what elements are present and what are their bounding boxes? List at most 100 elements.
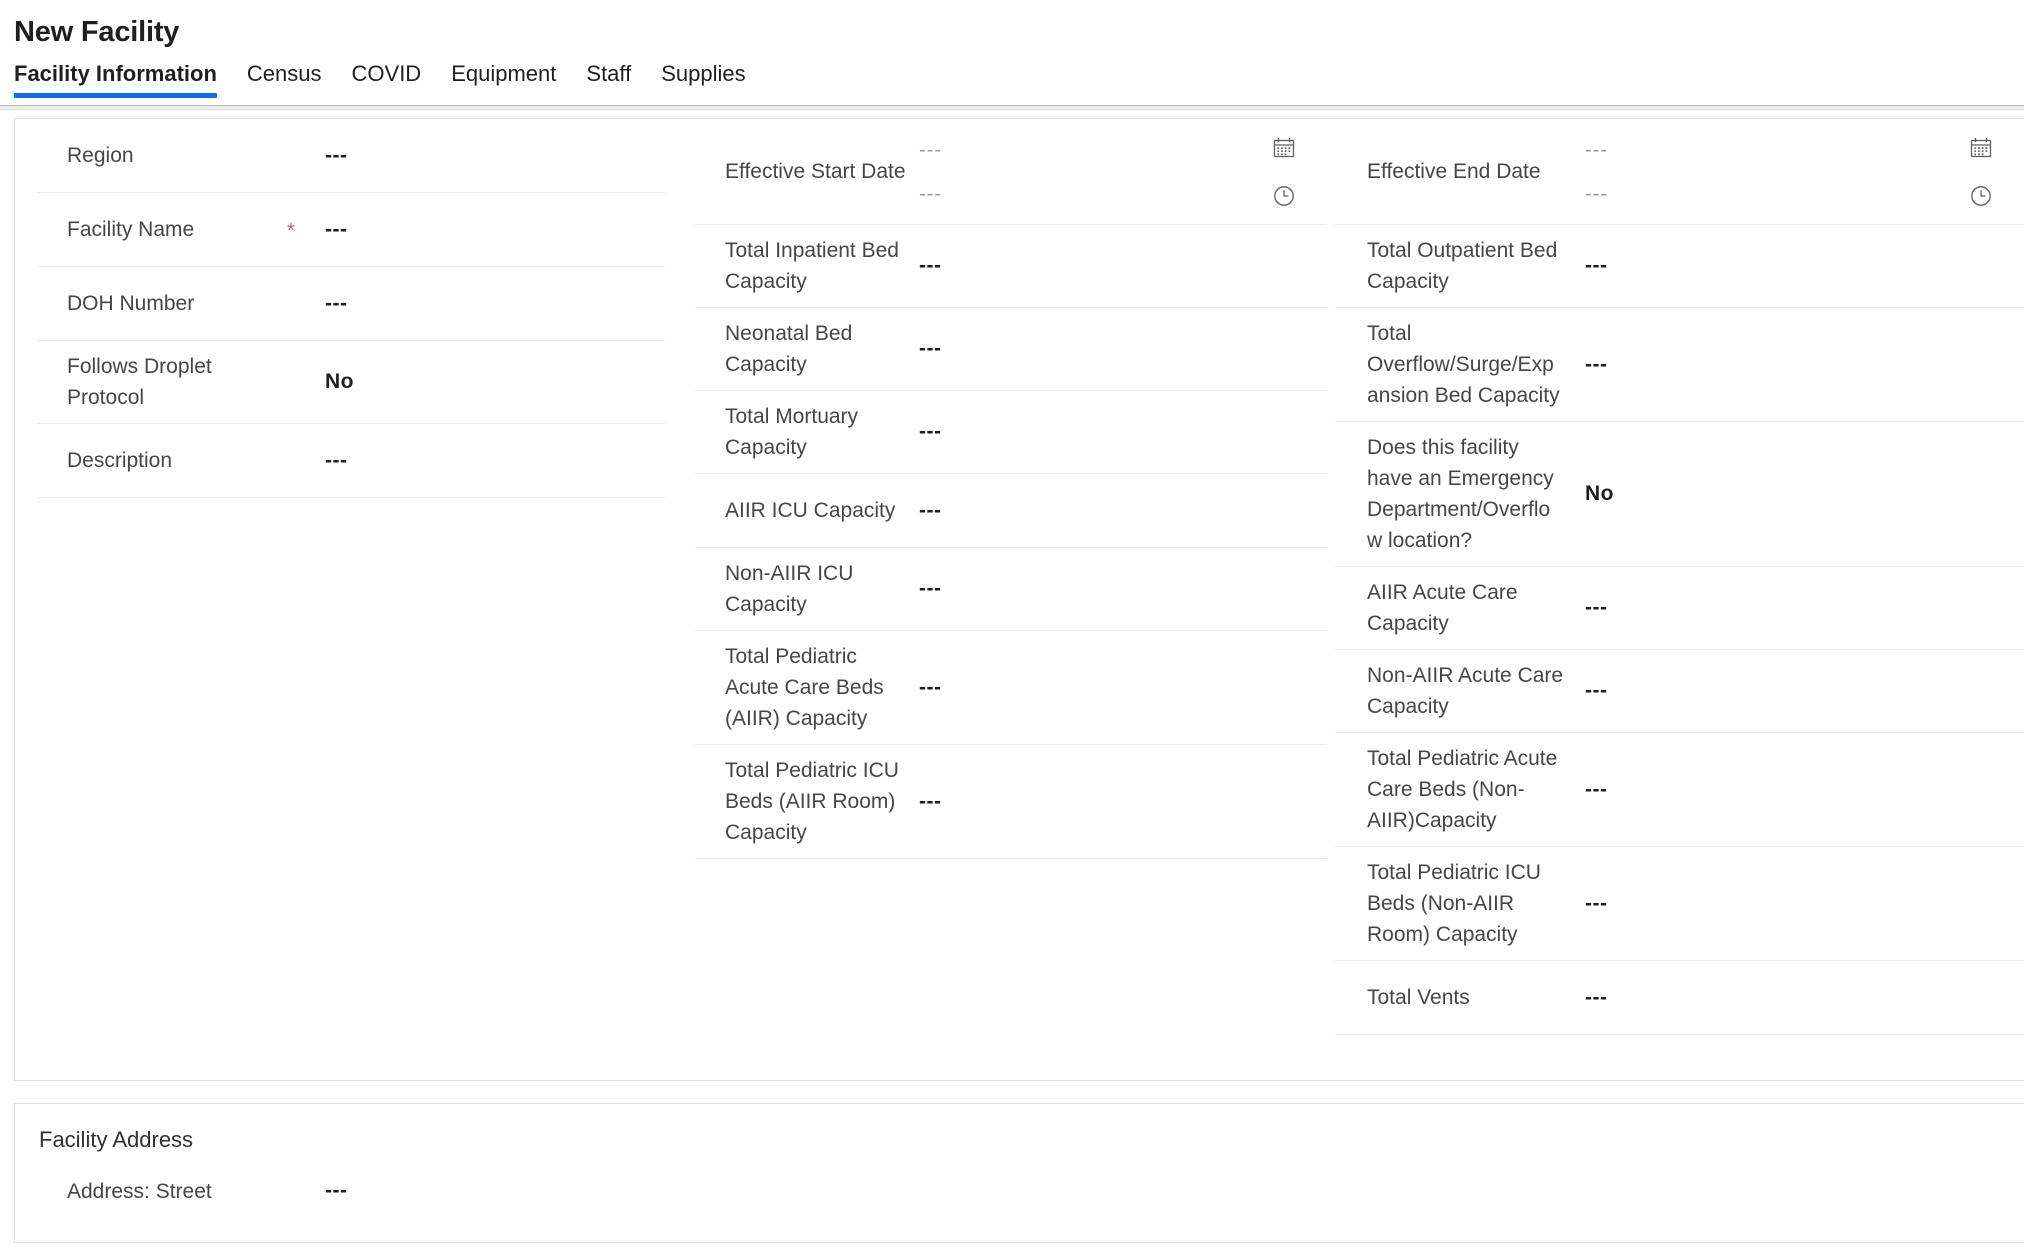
header-separator: [0, 104, 2024, 114]
datetime-icons: [1271, 135, 1327, 209]
date-value[interactable]: ---: [919, 140, 1271, 160]
field-effective-end-date[interactable]: Effective End Date --- ---: [1335, 119, 2024, 225]
required-marker: [287, 1190, 321, 1192]
required-marker: [287, 381, 321, 383]
calendar-icon[interactable]: [1968, 135, 1994, 161]
field-neonatal-bed-capacity[interactable]: Neonatal Bed Capacity ---: [695, 308, 1327, 391]
field-value[interactable]: ---: [907, 497, 1327, 525]
column-left: Address: Street ---: [15, 1154, 695, 1228]
field-total-pediatric-acute-care-beds-non-aiir-capacity[interactable]: Total Pediatric Acute Care Beds (Non-AII…: [1335, 733, 2024, 847]
clock-icon[interactable]: [1968, 183, 1994, 209]
page-header: New Facility: [0, 0, 2024, 50]
field-value[interactable]: ---: [907, 788, 1327, 816]
tab-staff[interactable]: Staff: [586, 60, 631, 98]
field-address-street[interactable]: Address: Street ---: [37, 1154, 665, 1228]
calendar-icon[interactable]: [1271, 135, 1297, 161]
field-value[interactable]: ---: [321, 290, 665, 318]
field-value[interactable]: ---: [321, 1177, 665, 1205]
field-label: Total Mortuary Capacity: [725, 405, 859, 459]
datetime-values: --- ---: [1565, 140, 1968, 204]
field-value[interactable]: ---: [1565, 252, 2024, 280]
tab-label: Supplies: [661, 61, 746, 86]
field-value[interactable]: ---: [321, 142, 665, 170]
time-value[interactable]: ---: [1585, 184, 1968, 204]
page-title: New Facility: [14, 16, 180, 48]
tab-label: Census: [246, 61, 322, 86]
field-total-mortuary-capacity[interactable]: Total Mortuary Capacity ---: [695, 391, 1327, 474]
field-non-aiir-acute-care-capacity[interactable]: Non-AIIR Acute Care Capacity ---: [1335, 650, 2024, 733]
required-marker: [287, 460, 321, 462]
column-left: Region --- Facility Name * --- DOH Numbe…: [15, 119, 695, 498]
tab-equipment[interactable]: Equipment: [451, 60, 556, 98]
field-total-pediatric-acute-care-beds-aiir-capacity[interactable]: Total Pediatric Acute Care Beds (AIIR) C…: [695, 631, 1327, 745]
field-label: Effective End Date: [1367, 160, 1541, 183]
datetime-values: --- ---: [907, 140, 1271, 204]
field-total-outpatient-bed-capacity[interactable]: Total Outpatient Bed Capacity ---: [1335, 225, 2024, 308]
field-label: AIIR ICU Capacity: [725, 499, 896, 522]
field-value[interactable]: ---: [321, 447, 665, 475]
field-label: Description: [67, 449, 173, 472]
tab-covid[interactable]: COVID: [352, 60, 422, 98]
field-effective-start-date[interactable]: Effective Start Date --- ---: [695, 119, 1327, 225]
field-label: Follows Droplet Protocol: [67, 355, 212, 409]
field-value[interactable]: No: [321, 368, 665, 396]
field-value[interactable]: ---: [907, 418, 1327, 446]
field-total-vents[interactable]: Total Vents ---: [1335, 961, 2024, 1035]
field-label: Facility Name: [67, 218, 195, 241]
field-has-emergency-department-overflow-location[interactable]: Does this facility have an Emergency Dep…: [1335, 422, 2024, 567]
field-aiir-acute-care-capacity[interactable]: AIIR Acute Care Capacity ---: [1335, 567, 2024, 650]
field-value[interactable]: ---: [321, 216, 665, 244]
time-value[interactable]: ---: [919, 184, 1271, 204]
field-facility-name[interactable]: Facility Name * ---: [37, 193, 665, 267]
facility-address-card: Facility Address Address: Street ---: [14, 1103, 2024, 1243]
section-title-facility-address: Facility Address: [39, 1127, 194, 1152]
field-value[interactable]: ---: [1565, 351, 2024, 379]
datetime-icons: [1968, 135, 2024, 209]
field-label: DOH Number: [67, 292, 195, 315]
required-marker: [287, 303, 321, 305]
field-label: Does this facility have an Emergency Dep…: [1367, 436, 1554, 552]
field-label: Effective Start Date: [725, 160, 906, 183]
column-middle: Effective Start Date --- --- Total Inpat…: [695, 119, 1335, 859]
field-value[interactable]: ---: [1565, 594, 2024, 622]
field-total-overflow-surge-expansion-bed-capacity[interactable]: Total Overflow/Surge/Expansion Bed Capac…: [1335, 308, 2024, 422]
field-doh-number[interactable]: DOH Number ---: [37, 267, 665, 341]
field-label: Neonatal Bed Capacity: [725, 322, 853, 376]
column-right: Effective End Date --- --- Total Outpati…: [1335, 119, 2024, 1035]
tab-census[interactable]: Census: [247, 60, 322, 98]
field-region[interactable]: Region ---: [37, 119, 665, 193]
tab-bar: Facility Information Census COVID Equipm…: [0, 50, 2024, 98]
field-value[interactable]: ---: [1565, 890, 2024, 918]
field-label: Total Pediatric ICU Beds (AIIR Room) Cap…: [725, 759, 899, 844]
field-total-pediatric-icu-beds-aiir-room-capacity[interactable]: Total Pediatric ICU Beds (AIIR Room) Cap…: [695, 745, 1327, 859]
required-marker: *: [287, 219, 295, 242]
field-label: Non-AIIR Acute Care Capacity: [1367, 664, 1564, 718]
field-label: Total Vents: [1367, 986, 1470, 1009]
tab-label: COVID: [351, 61, 422, 86]
tab-supplies[interactable]: Supplies: [661, 60, 745, 98]
field-value[interactable]: ---: [1565, 984, 2024, 1012]
field-value[interactable]: ---: [907, 335, 1327, 363]
field-description[interactable]: Description ---: [37, 424, 665, 498]
facility-information-card: Region --- Facility Name * --- DOH Numbe…: [14, 118, 2024, 1081]
field-total-pediatric-icu-beds-non-aiir-room-capacity[interactable]: Total Pediatric ICU Beds (Non-AIIR Room)…: [1335, 847, 2024, 961]
clock-icon[interactable]: [1271, 183, 1297, 209]
facility-address-columns: Address: Street ---: [15, 1154, 2024, 1228]
field-value[interactable]: ---: [907, 674, 1327, 702]
facility-information-columns: Region --- Facility Name * --- DOH Numbe…: [15, 119, 2024, 1035]
field-value[interactable]: ---: [1565, 677, 2024, 705]
field-value[interactable]: No: [1565, 480, 2024, 508]
field-value[interactable]: ---: [907, 252, 1327, 280]
field-non-aiir-icu-capacity[interactable]: Non-AIIR ICU Capacity ---: [695, 548, 1327, 631]
tab-label: Facility Information: [14, 61, 217, 86]
field-value[interactable]: ---: [1565, 776, 2024, 804]
field-label: Address: Street: [67, 1179, 212, 1203]
field-label: Non-AIIR ICU Capacity: [725, 562, 854, 616]
field-value[interactable]: ---: [907, 575, 1327, 603]
tab-facility-information[interactable]: Facility Information: [14, 60, 217, 98]
field-total-inpatient-bed-capacity[interactable]: Total Inpatient Bed Capacity ---: [695, 225, 1327, 308]
field-aiir-icu-capacity[interactable]: AIIR ICU Capacity ---: [695, 474, 1327, 548]
field-follows-droplet-protocol[interactable]: Follows Droplet Protocol No: [37, 341, 665, 424]
date-value[interactable]: ---: [1585, 140, 1968, 160]
field-label: AIIR Acute Care Capacity: [1367, 581, 1518, 635]
